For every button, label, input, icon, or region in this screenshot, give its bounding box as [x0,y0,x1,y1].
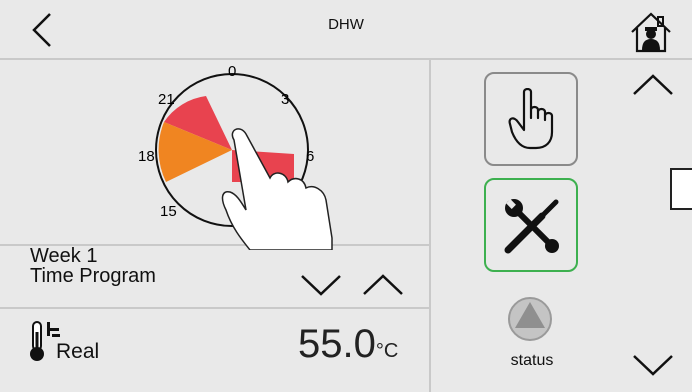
chevron-down-icon [301,275,341,296]
tick-3: 3 [281,91,289,108]
chevron-up-icon [363,274,403,295]
hand-pointer-icon [508,88,554,150]
status-label: status [510,352,554,369]
side-scroll-tab[interactable] [670,168,692,210]
program-week: Week 1 [30,245,98,267]
home-icon [631,12,671,53]
temperature-display: 55.0°C [298,322,398,367]
touch-hand-icon [221,128,333,250]
time-program-dial[interactable]: 0 3 6 15 18 21 [136,60,336,250]
manual-mode-button[interactable] [484,72,578,166]
column-divider [429,60,431,392]
tick-18: 18 [138,148,155,165]
program-label: Week 1 Time Program [30,246,156,286]
temperature-label: Real [56,340,100,363]
program-down-button[interactable] [298,270,344,298]
page-title: DHW [328,16,364,33]
temperature-value: 55.0 [298,322,376,366]
status-icon[interactable] [505,296,555,342]
tools-icon [504,199,559,254]
service-settings-button[interactable] [484,178,578,272]
chevron-down-icon [633,355,673,376]
program-up-button[interactable] [360,270,406,298]
divider [0,307,429,309]
scroll-down-button[interactable] [630,350,676,378]
program-name: Time Program [30,265,156,287]
tick-6: 6 [306,148,314,165]
tick-15: 15 [160,203,177,220]
scroll-up-button[interactable] [630,70,676,98]
home-button[interactable] [628,10,674,54]
tick-21: 21 [158,91,175,108]
tick-0: 0 [228,63,236,80]
chevron-up-icon [633,74,673,95]
temperature-unit: °C [375,340,399,362]
